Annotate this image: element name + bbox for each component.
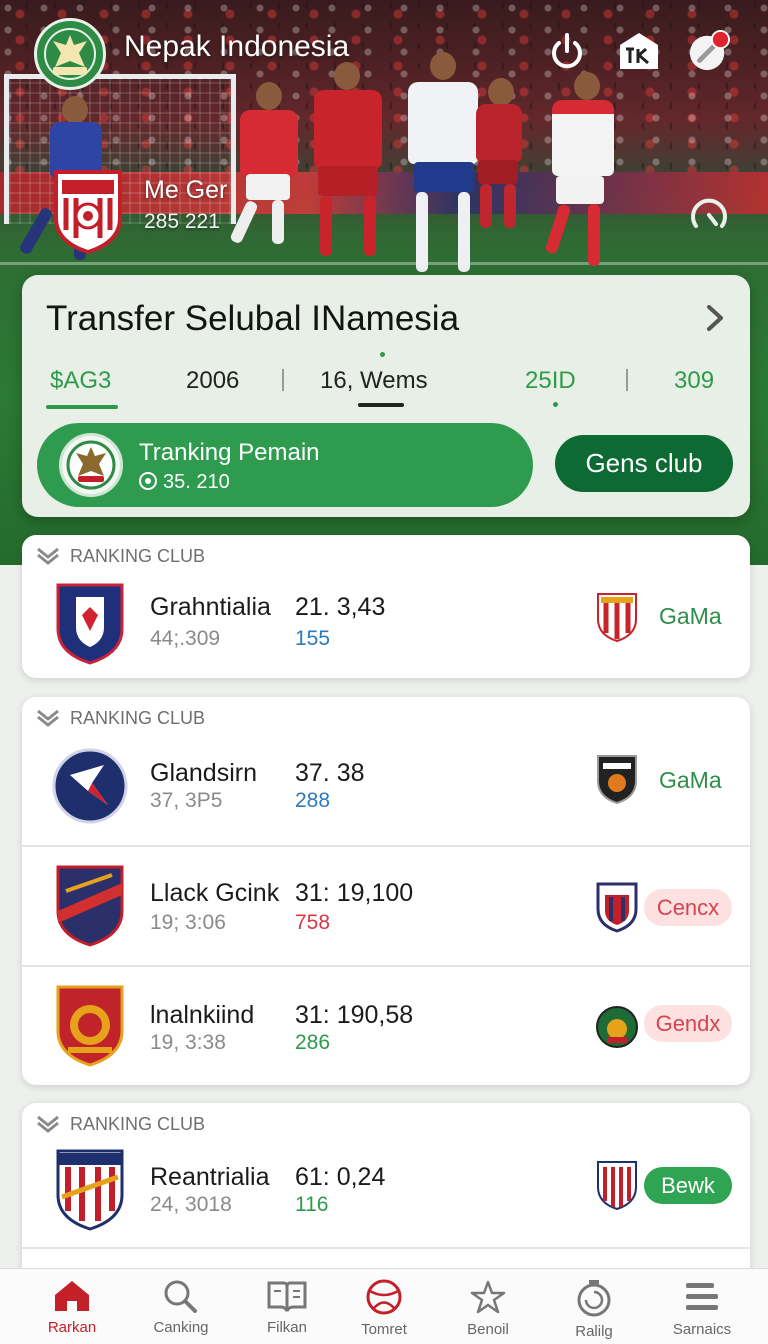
ranking-row[interactable]: Llack Gcink 19; 3:06 31: 19,100 758 Cenc… [22,845,750,965]
club-crest-icon [56,583,124,665]
ball-icon [366,1279,402,1315]
transfer-stat[interactable]: 25ID [525,367,576,395]
book-icon [267,1281,307,1312]
club-sub: 44;.309 [150,627,221,650]
club-crest-icon [54,170,122,254]
club-count: 155 [295,627,331,650]
refresh-icon[interactable] [686,192,732,238]
nav-home[interactable]: Rarkan [22,1275,122,1341]
mini-crest-icon [597,755,637,805]
menu-icon [686,1283,718,1310]
mini-crest-icon [596,1006,638,1048]
indicator-dot [553,402,558,407]
nav-label: Tomret [361,1321,407,1338]
ranking-card: RANKING CLUB Glandsirn 37, 3P5 37. 38 28… [22,697,750,1085]
club-name: lnalnkiind [150,1001,255,1029]
bottom-navigation: Rarkan Canking Filkan Tomret Benoil Rali… [0,1268,768,1344]
club-sub: 19; 3:06 [150,911,226,934]
row-divider [22,1247,750,1249]
transfer-stat[interactable]: $AG3 [50,367,111,395]
ranking-row[interactable]: Grahntialia 44;.309 21. 3,43 155 GaMa [22,563,750,678]
stat-divider [626,369,628,391]
nav-timer[interactable]: Ralilg [544,1275,644,1341]
chevron-right-icon[interactable] [702,303,728,333]
notification-icon[interactable] [688,30,730,72]
ranking-card: RANKING CLUB Reantrialia 24, 3018 61: 0,… [22,1103,750,1283]
hero-club-number: 285 221 [144,210,220,233]
club-score: 37. 38 [295,759,365,787]
nav-star[interactable]: Benoil [438,1275,538,1341]
club-count: 286 [295,1031,331,1054]
player-ranking-value: 35. 210 [139,471,230,494]
transfer-stat[interactable]: 16, Wems [320,367,428,395]
indicator-dot [380,352,385,357]
mini-crest-icon [597,593,637,643]
player-ranking-label: Tranking Pemain [139,439,320,466]
transfer-stat[interactable]: 309 [674,367,714,395]
target-icon [139,472,157,490]
nav-book[interactable]: Filkan [237,1275,337,1341]
tab-indicator [358,403,404,407]
club-count: 288 [295,789,331,812]
stat-divider [282,369,284,391]
app-title: Nepak Indonesia [124,30,350,63]
nav-menu[interactable]: Sarnaics [652,1275,752,1341]
club-status-pill[interactable]: Bewk [644,1167,732,1204]
pitch-line [0,262,768,265]
player-ranking-number: 35. 210 [163,471,230,493]
ranking-row[interactable]: Glandsirn 37, 3P5 37. 38 288 GaMa [22,725,750,845]
mini-crest-icon [596,882,638,933]
club-score: 21. 3,43 [295,593,386,621]
ranking-row[interactable]: lnalnkiind 19, 3:38 31: 190,58 286 Gendx [22,965,750,1085]
garuda-icon [44,28,96,80]
player-ranking-pill[interactable]: Tranking Pemain 35. 210 [37,423,533,507]
club-name: Grahntialia [150,593,271,621]
power-icon[interactable] [546,30,588,72]
club-crest-icon [56,1149,124,1231]
club-sub: 37, 3P5 [150,789,223,812]
nav-label: Canking [153,1319,209,1336]
nav-label: Ralilg [575,1323,613,1340]
active-tab-indicator [46,405,118,409]
club-tag[interactable]: GaMa [659,603,722,630]
home-icon [55,1281,89,1311]
nav-search[interactable]: Canking [131,1275,231,1341]
hero-club-name: Me Ger [144,176,228,204]
club-crest-icon [56,985,124,1067]
nav-ball[interactable]: Tomret [334,1275,434,1341]
club-score: 31: 190,58 [295,1001,414,1029]
club-sub: 19, 3:38 [150,1031,226,1054]
club-name: Reantrialia [150,1163,270,1191]
club-status-pill[interactable]: Cencx [644,889,732,926]
club-score: 61: 0,24 [295,1163,386,1191]
transfer-stat[interactable]: 2006 [186,367,239,395]
club-crest-icon [56,865,124,947]
club-status-pill[interactable]: Gendx [644,1005,732,1042]
club-sub: 24, 3018 [150,1193,232,1216]
ranking-card: RANKING CLUB Grahntialia 44;.309 21. 3,4… [22,535,750,678]
star-icon [470,1280,506,1314]
nav-label: Filkan [266,1319,307,1336]
transfer-title: Transfer Selubal INamesia [46,299,460,338]
club-score: 31: 19,100 [295,879,414,907]
club-tag[interactable]: GaMa [659,767,722,794]
club-count: 758 [295,911,331,934]
transfer-card[interactable]: Transfer Selubal INamesia $AG3 2006 16, … [22,275,750,517]
gens-club-button[interactable]: Gens club [555,435,733,492]
mail-icon[interactable] [618,30,660,72]
nav-label: Rarkan [47,1319,97,1336]
ranking-row[interactable]: Reantrialia 24, 3018 61: 0,24 116 Bewk [22,1131,750,1251]
club-crest-icon [52,748,128,824]
garuda-icon [66,440,116,490]
nav-label: Sarnaics [672,1321,732,1338]
nav-label: Benoil [467,1321,509,1338]
club-name: Llack Gcink [150,879,280,907]
club-name: Glandsirn [150,759,257,787]
mini-crest-icon [597,1161,637,1211]
app-logo[interactable] [34,18,106,90]
garuda-logo [59,433,123,497]
search-icon [164,1280,197,1313]
club-count: 116 [295,1193,329,1216]
timer-icon [577,1280,611,1317]
